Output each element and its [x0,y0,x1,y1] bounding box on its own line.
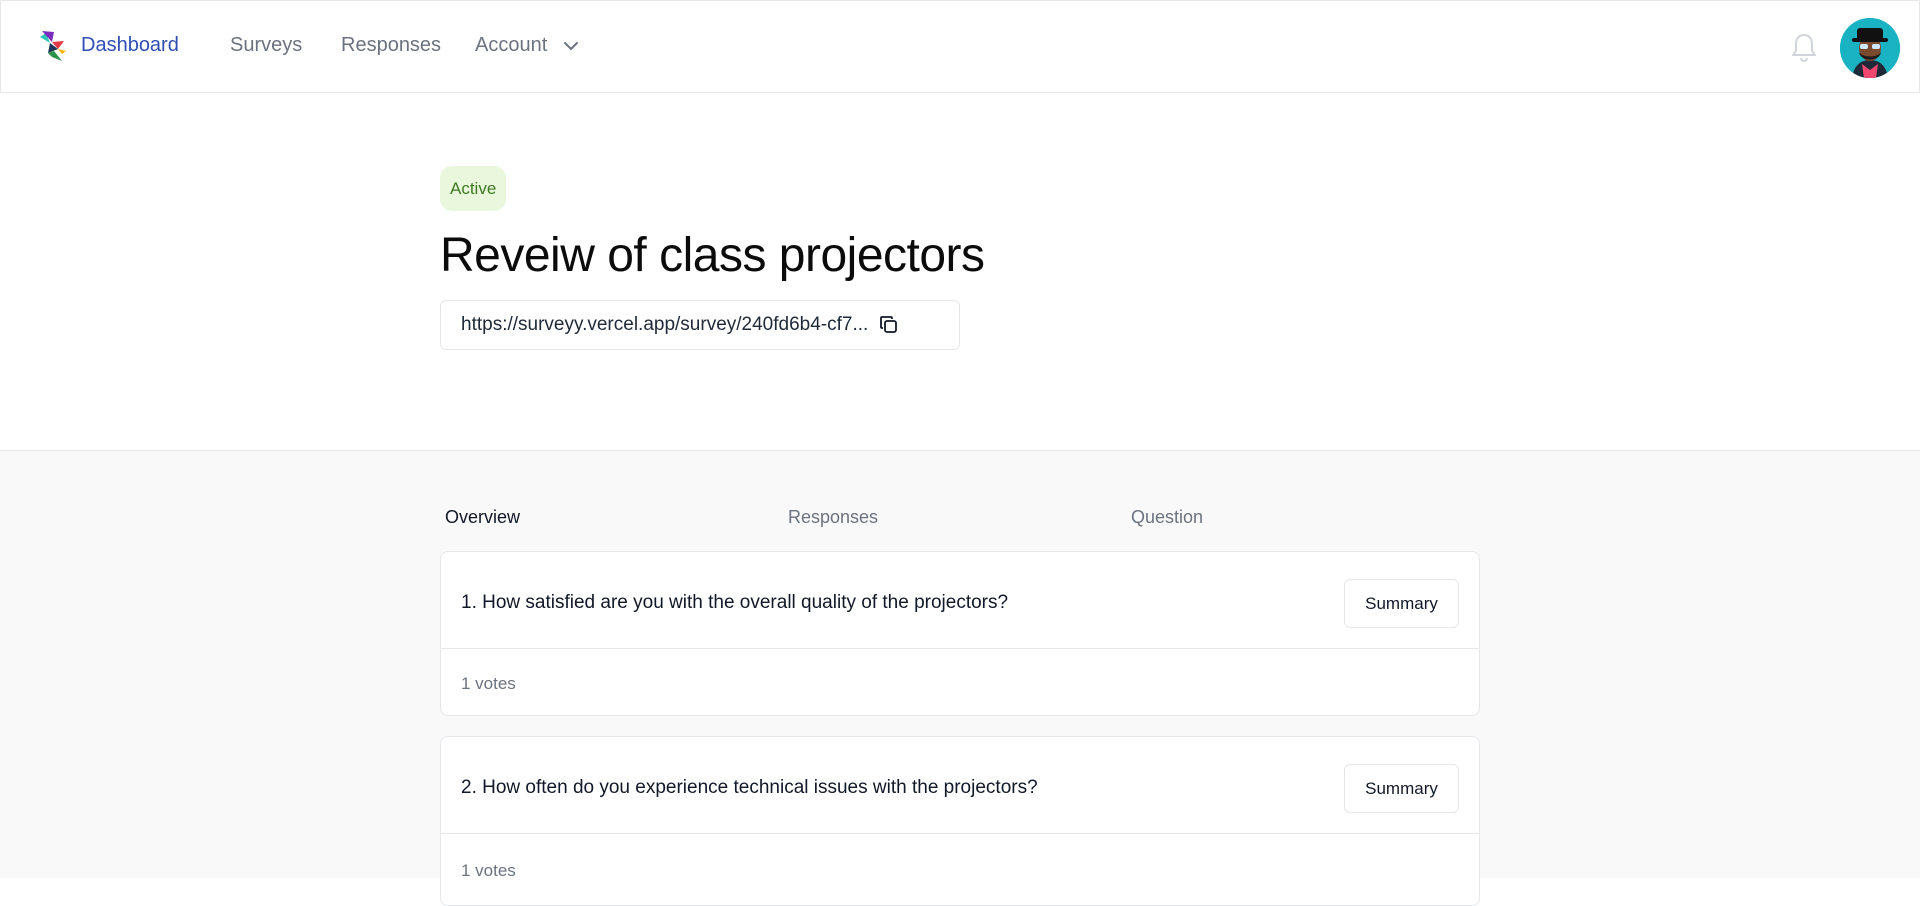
bell-icon[interactable] [1789,31,1819,63]
nav-dashboard[interactable]: Dashboard [81,34,179,57]
summary-button[interactable]: Summary [1344,764,1459,813]
page-title: Reveiw of class projectors [440,229,985,282]
question-card: 1. How satisfied are you with the overal… [440,551,1480,716]
top-navbar: Dashboard Surveys Responses Account [0,0,1920,93]
question-card: 2. How often do you experience technical… [440,736,1480,906]
nav-account-menu[interactable]: Account [475,34,581,57]
question-text: 1. How satisfied are you with the overal… [461,592,1009,613]
question-card-header: 2. How often do you experience technical… [441,737,1479,834]
nav-responses[interactable]: Responses [341,34,441,57]
nav-account-label: Account [475,34,548,56]
chevron-down-icon [564,41,579,50]
nav-surveys[interactable]: Surveys [230,34,302,57]
hummingbird-logo-icon [40,31,66,61]
vote-count: 1 votes [461,674,516,693]
question-card-header: 1. How satisfied are you with the overal… [441,552,1479,649]
avatar-image [1840,18,1900,78]
survey-url-field[interactable]: https://surveyy.vercel.app/survey/240fd6… [440,300,960,350]
question-text: 2. How often do you experience technical… [461,777,1038,798]
summary-button[interactable]: Summary [1344,579,1459,628]
tab-question[interactable]: Question [1131,507,1203,528]
tab-overview[interactable]: Overview [445,507,520,528]
brand-logo[interactable] [36,29,68,63]
tab-responses[interactable]: Responses [788,507,878,528]
survey-url-text: https://surveyy.vercel.app/survey/240fd6… [461,314,869,335]
status-badge: Active [440,166,507,211]
vote-count: 1 votes [461,861,516,880]
copy-icon[interactable] [878,314,900,336]
user-avatar[interactable] [1840,18,1900,78]
